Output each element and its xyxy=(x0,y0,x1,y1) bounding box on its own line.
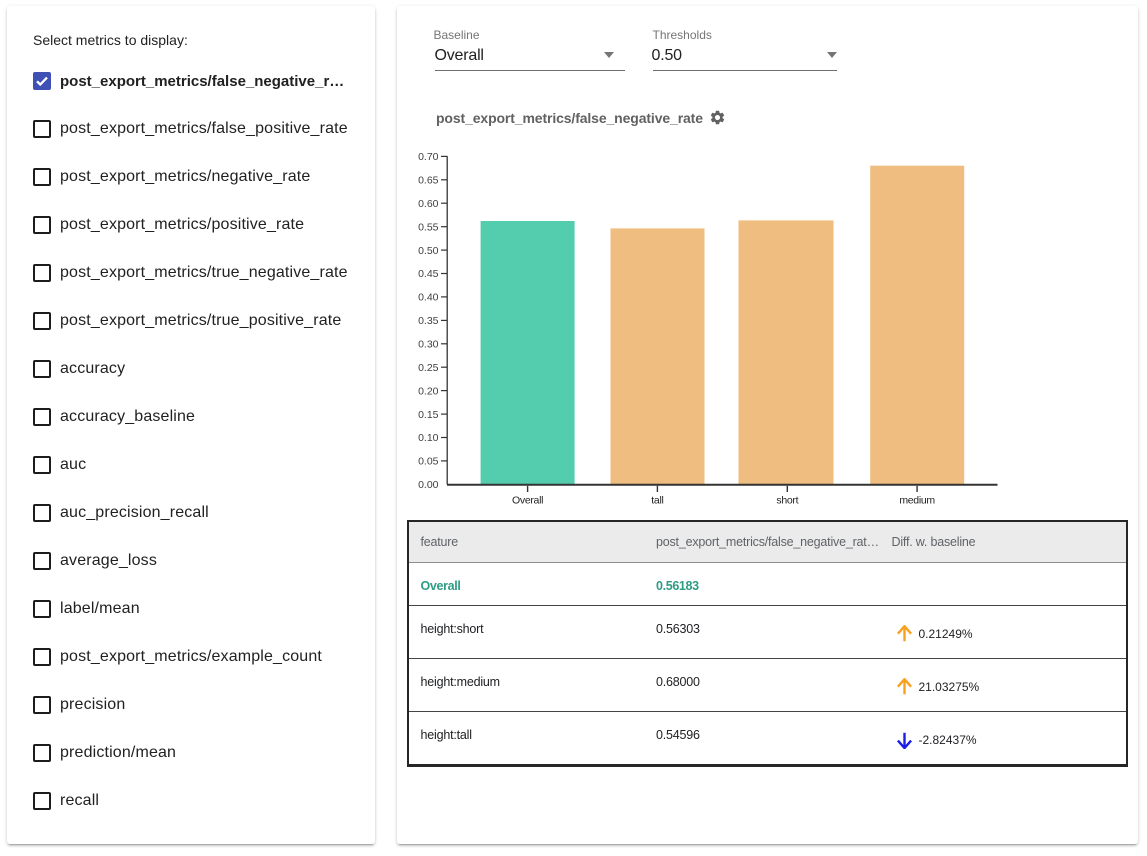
svg-text:0.65: 0.65 xyxy=(418,175,439,187)
svg-text:Overall: Overall xyxy=(512,495,543,507)
svg-text:medium: medium xyxy=(899,495,935,507)
svg-text:0.70: 0.70 xyxy=(418,151,439,163)
svg-text:short: short xyxy=(776,495,798,507)
svg-text:0.15: 0.15 xyxy=(418,409,439,421)
svg-text:0.45: 0.45 xyxy=(418,268,439,280)
svg-text:0.10: 0.10 xyxy=(418,432,439,444)
svg-text:0.25: 0.25 xyxy=(418,362,439,374)
svg-text:0.50: 0.50 xyxy=(418,245,439,257)
svg-text:0.05: 0.05 xyxy=(418,456,439,468)
svg-text:0.35: 0.35 xyxy=(418,315,439,327)
svg-text:0.30: 0.30 xyxy=(418,339,439,351)
svg-text:0.60: 0.60 xyxy=(418,198,439,210)
svg-text:0.40: 0.40 xyxy=(418,292,439,304)
svg-text:0.00: 0.00 xyxy=(418,479,439,491)
svg-text:0.55: 0.55 xyxy=(418,221,439,233)
svg-text:0.20: 0.20 xyxy=(418,385,439,397)
svg-text:tall: tall xyxy=(651,495,663,507)
